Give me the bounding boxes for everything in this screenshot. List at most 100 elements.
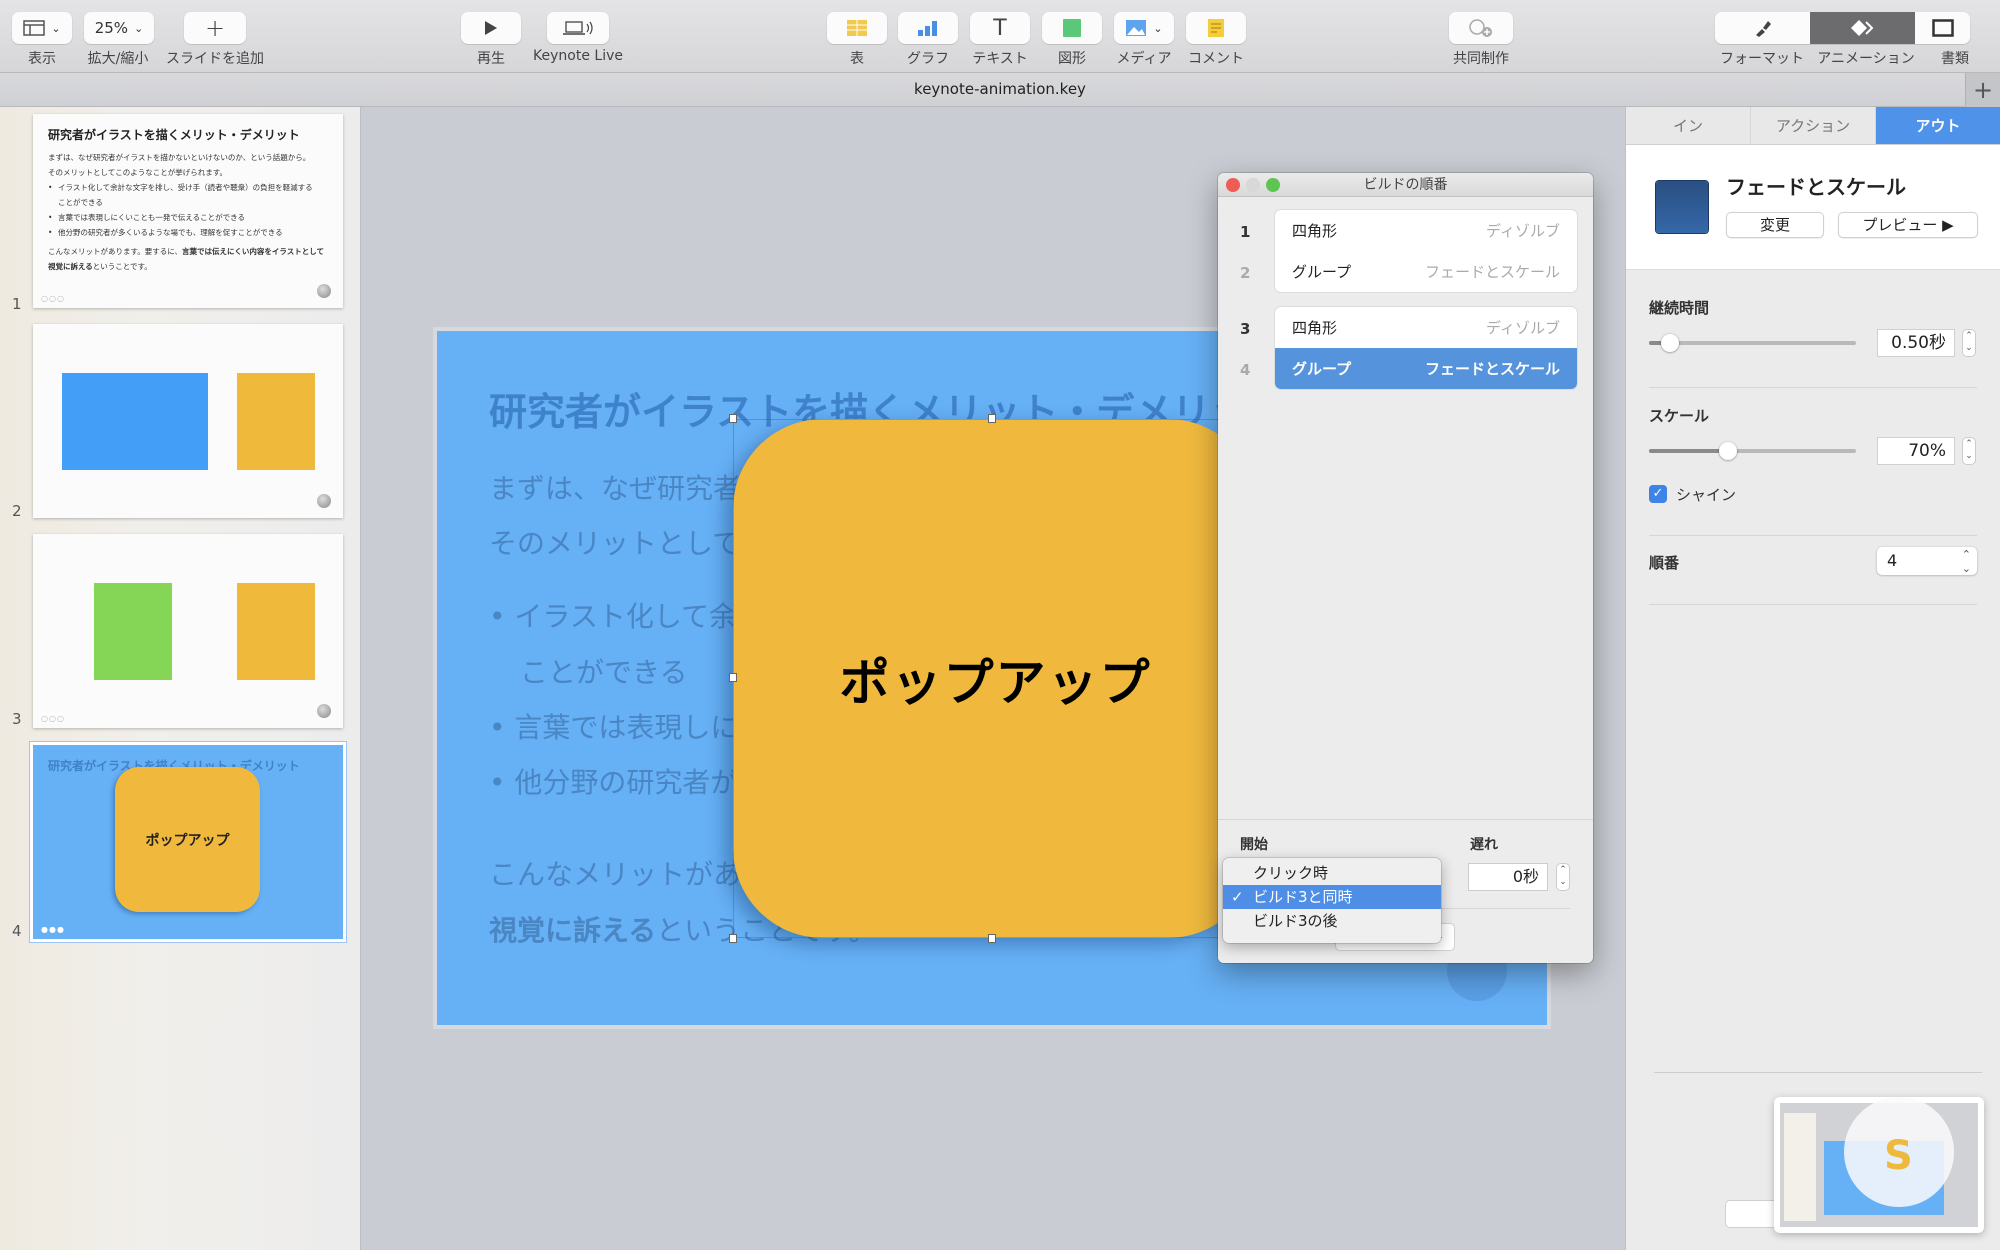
menu-item-label: ビルド3の後 bbox=[1253, 912, 1338, 930]
build-group: 四角形 ディゾルブ グループ フェードとスケール bbox=[1275, 210, 1577, 292]
comment-icon bbox=[1208, 19, 1224, 37]
document-button[interactable] bbox=[1915, 12, 1970, 44]
keynote-live-label: Keynote Live bbox=[533, 48, 623, 64]
slide-thumbnail-1[interactable]: 研究者がイラストを描くメリット・デメリット まずは、なぜ研究者がイラストを描かな… bbox=[33, 114, 343, 308]
table-label: 表 bbox=[850, 51, 864, 67]
slide-thumbnail-2[interactable] bbox=[33, 324, 343, 518]
animation-badge-icon bbox=[317, 494, 331, 508]
start-label: 開始 bbox=[1240, 837, 1268, 853]
table-icon bbox=[847, 20, 867, 36]
zoom-select[interactable]: 25% ⌄ bbox=[84, 12, 154, 44]
delay-stepper[interactable]: ⌃ ⌄ bbox=[1556, 863, 1570, 891]
thumb-title: 研究者がイラストを描くメリット・デメリット bbox=[48, 128, 300, 142]
scale-input[interactable]: 70% bbox=[1877, 437, 1955, 465]
add-slide-button[interactable]: + bbox=[184, 12, 246, 44]
add-tab-button[interactable]: + bbox=[1965, 73, 2000, 107]
menu-item-label: クリック時 bbox=[1253, 864, 1329, 882]
plus-icon: + bbox=[204, 14, 226, 42]
animation-badge-icon bbox=[317, 284, 331, 298]
chevron-down-icon: ⌄ bbox=[51, 21, 61, 35]
thumb-text: ということです。 bbox=[92, 262, 152, 271]
order-select[interactable]: 4 ⌃ ⌄ bbox=[1877, 547, 1977, 575]
keynote-live-button[interactable] bbox=[547, 12, 609, 44]
animation-label: アニメーション bbox=[1817, 51, 1915, 67]
animation-icon bbox=[1850, 20, 1873, 36]
scale-label: スケール bbox=[1649, 407, 1710, 425]
collaborate-icon bbox=[1469, 19, 1492, 37]
divider bbox=[1649, 535, 1977, 536]
build-number: 2 bbox=[1240, 264, 1251, 282]
format-button[interactable] bbox=[1715, 12, 1810, 44]
resize-handle[interactable] bbox=[729, 934, 737, 943]
menu-item-on-click[interactable]: クリック時 bbox=[1223, 861, 1441, 885]
thumb-text-bold: 視覚に訴える bbox=[48, 262, 93, 271]
thumb-text: こんなメリットがあります。要するに、 bbox=[48, 247, 183, 256]
slider-knob[interactable] bbox=[1660, 334, 1679, 352]
menu-item-after-build-3[interactable]: ビルド3の後 bbox=[1223, 909, 1441, 933]
view-button[interactable]: ⌄ bbox=[12, 12, 72, 44]
slide-navigator: 1 研究者がイラストを描くメリット・デメリット まずは、なぜ研究者がイラストを描… bbox=[0, 107, 361, 1250]
view-icon bbox=[23, 20, 46, 36]
menu-item-with-build-3[interactable]: ✓ ビルド3と同時 bbox=[1223, 885, 1441, 909]
collaborate-button[interactable] bbox=[1449, 12, 1513, 44]
chevron-down-icon: ⌄ bbox=[134, 21, 144, 35]
order-label: 順番 bbox=[1649, 554, 1680, 572]
thumb-bullet: イラスト化して余計な文字を排し、受け手（読者や聴衆）の負担を軽減する bbox=[48, 180, 338, 195]
toolbar: ⌄ 表示 25% ⌄ 拡大/縮小 + スライドを追加 再生 Keynote Li… bbox=[0, 0, 2000, 73]
shape-button[interactable] bbox=[1042, 12, 1102, 44]
duration-input[interactable]: 0.50秒 bbox=[1877, 329, 1955, 357]
slider-knob[interactable] bbox=[1718, 442, 1737, 460]
animation-button[interactable] bbox=[1810, 12, 1915, 44]
build-effect: フェードとスケール bbox=[1424, 263, 1560, 281]
text-button[interactable]: T bbox=[970, 12, 1030, 44]
close-window-button[interactable] bbox=[1226, 178, 1240, 192]
slide-text-bold: 視覚に訴える bbox=[489, 914, 657, 947]
slide-thumbnail-3[interactable]: ○○○ bbox=[33, 534, 343, 728]
resize-handle[interactable] bbox=[729, 673, 737, 682]
build-dots: ○○○ bbox=[41, 294, 65, 303]
inspector-segmented-control bbox=[1715, 12, 1970, 44]
comment-button[interactable] bbox=[1186, 12, 1246, 44]
tab-build-in[interactable]: イン bbox=[1626, 107, 1751, 144]
preview-button[interactable]: プレビュー ▶ bbox=[1838, 212, 1978, 238]
chart-button[interactable] bbox=[898, 12, 958, 44]
slide-number: 2 bbox=[12, 502, 22, 520]
build-row[interactable]: グループ フェードとスケール bbox=[1275, 251, 1577, 292]
build-number: 1 bbox=[1240, 223, 1251, 241]
animation-badge-icon bbox=[317, 704, 331, 718]
slide-number: 4 bbox=[12, 922, 22, 940]
tab-build-out[interactable]: アウト bbox=[1876, 107, 2000, 144]
blue-rectangle bbox=[62, 373, 208, 470]
table-button[interactable] bbox=[827, 12, 887, 44]
slide-number: 1 bbox=[12, 295, 22, 313]
build-row-selected[interactable]: グループ フェードとスケール bbox=[1275, 348, 1577, 389]
divider bbox=[1654, 1072, 1982, 1073]
build-dots: ●●● bbox=[41, 925, 65, 934]
scale-stepper[interactable]: ⌃ ⌄ bbox=[1962, 437, 1976, 465]
screenshot-preview-thumbnail[interactable]: S bbox=[1774, 1097, 1984, 1233]
build-number: 4 bbox=[1240, 361, 1251, 379]
change-effect-button[interactable]: 変更 bbox=[1726, 212, 1824, 238]
resize-handle[interactable] bbox=[988, 414, 996, 423]
duration-stepper[interactable]: ⌃ ⌄ bbox=[1962, 329, 1976, 357]
zoom-window-button[interactable] bbox=[1266, 178, 1280, 192]
tab-action[interactable]: アクション bbox=[1751, 107, 1876, 144]
chevron-down-icon: ⌄ bbox=[1153, 21, 1163, 35]
scale-slider[interactable] bbox=[1649, 442, 1856, 460]
plus-icon: + bbox=[1972, 76, 1994, 104]
resize-handle[interactable] bbox=[729, 414, 737, 423]
slide-thumbnail-4[interactable]: 研究者がイラストを描くメリット・デメリット ポップアップ ●●● bbox=[30, 742, 346, 942]
minimize-window-button[interactable] bbox=[1246, 178, 1260, 192]
delay-input[interactable]: 0秒 bbox=[1468, 863, 1548, 891]
resize-handle[interactable] bbox=[988, 934, 996, 943]
media-button[interactable]: ⌄ bbox=[1114, 12, 1174, 44]
inspector-tabs: イン アクション アウト bbox=[1626, 107, 2000, 145]
duration-slider[interactable] bbox=[1649, 334, 1856, 352]
thumb-text: そのメリットとしてこのようなことが挙げられます。 bbox=[48, 168, 228, 177]
build-row[interactable]: 四角形 ディゾルブ bbox=[1275, 307, 1577, 348]
shine-checkbox[interactable]: ✓ bbox=[1649, 485, 1667, 503]
play-button[interactable] bbox=[461, 12, 521, 44]
build-row[interactable]: 四角形 ディゾルブ bbox=[1275, 210, 1577, 251]
animation-inspector: イン アクション アウト フェードとスケール 変更 プレビュー ▶ 継続時間 0… bbox=[1625, 107, 2000, 1250]
thumb-text-bold: 言葉では伝えにくい内容をイラストとして bbox=[182, 247, 325, 256]
